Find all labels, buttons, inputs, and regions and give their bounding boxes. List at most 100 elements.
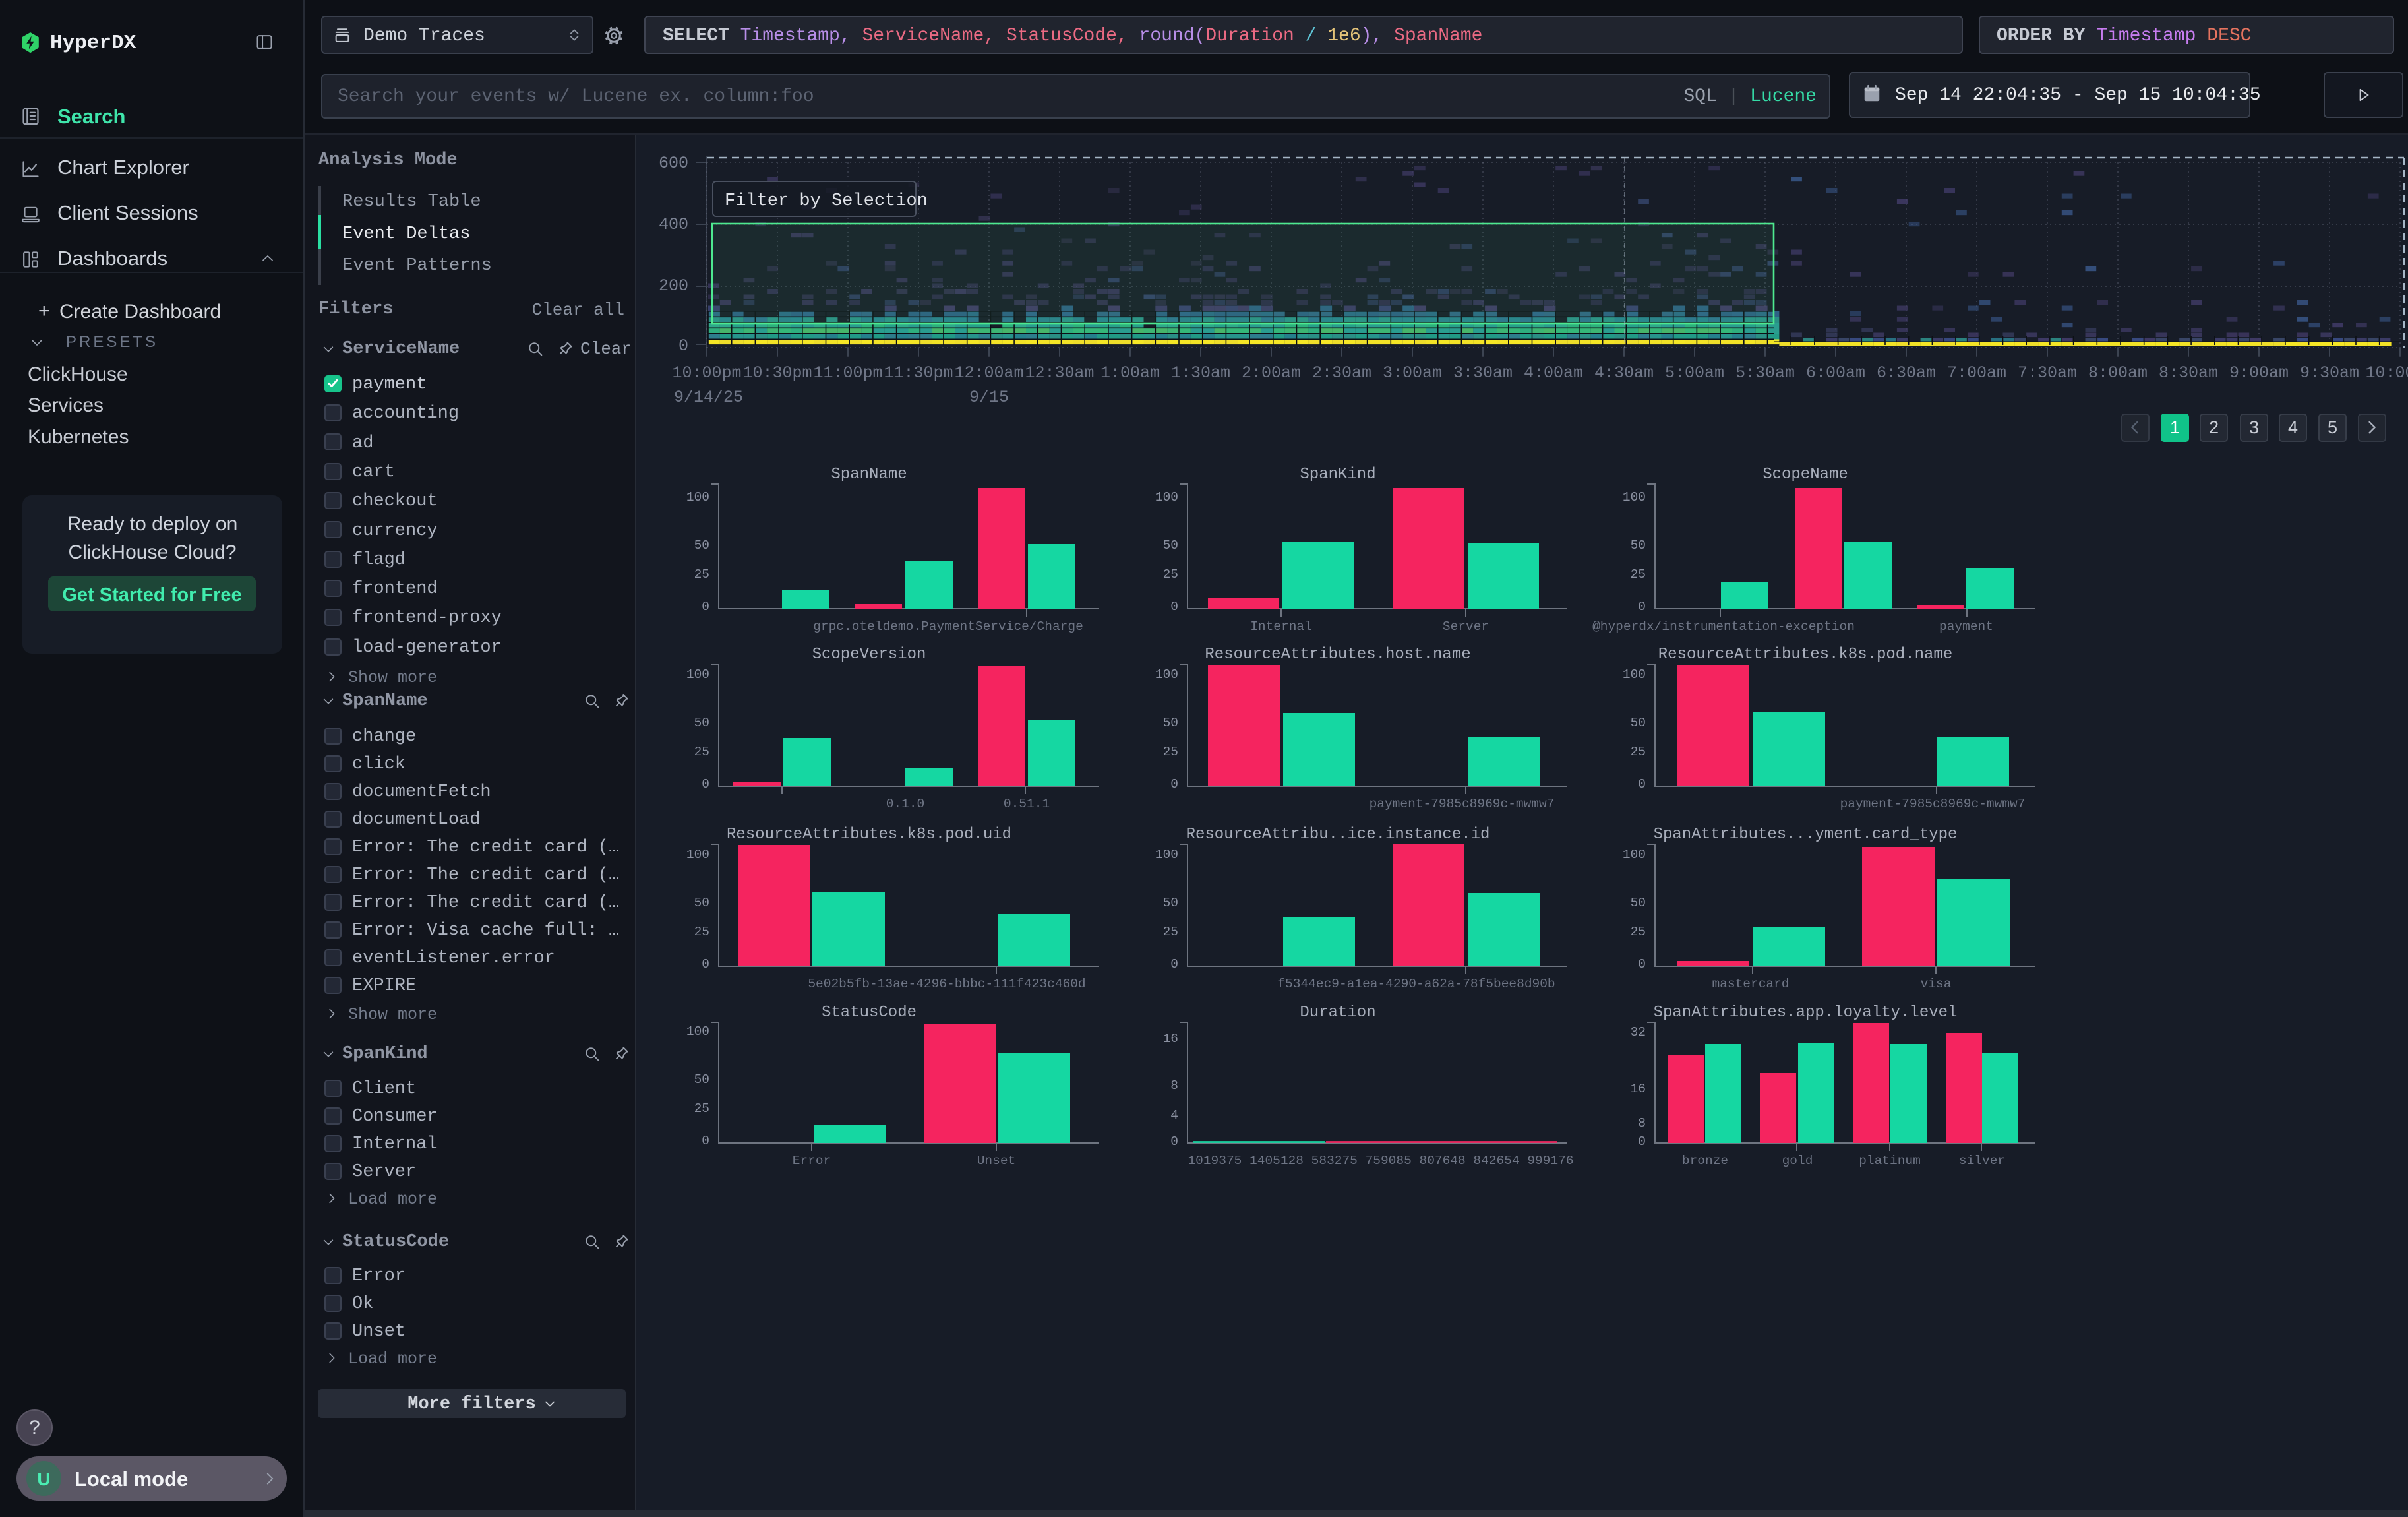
svg-text:0.51.1: 0.51.1 (1004, 797, 1050, 811)
svg-text:bronze: bronze (1682, 1154, 1728, 1168)
svg-text:4:00am: 4:00am (1524, 363, 1583, 383)
svg-text:50: 50 (694, 1072, 709, 1087)
svg-text:100: 100 (686, 667, 709, 682)
svg-text:8:30am: 8:30am (2159, 363, 2218, 383)
svg-text:ResourceAttributes.k8s.pod.uid: ResourceAttributes.k8s.pod.uid (727, 826, 1011, 844)
svg-text:0: 0 (1170, 600, 1178, 614)
svg-text:4:30am: 4:30am (1594, 363, 1654, 383)
svg-text:0: 0 (1170, 777, 1178, 791)
svg-text:9:30am: 9:30am (2300, 363, 2359, 383)
svg-text:25: 25 (1631, 925, 1646, 939)
svg-text:100: 100 (686, 490, 709, 505)
svg-text:9:00am: 9:00am (2229, 363, 2289, 383)
svg-text:32: 32 (1631, 1025, 1646, 1039)
svg-text:Unset: Unset (977, 1154, 1016, 1168)
svg-text:@hyperdx/instrumentation-excep: @hyperdx/instrumentation-exception (1592, 619, 1855, 634)
svg-text:50: 50 (694, 896, 709, 910)
svg-text:7:00am: 7:00am (1947, 363, 2006, 383)
svg-text:Server: Server (1443, 619, 1489, 634)
svg-text:50: 50 (1631, 538, 1646, 553)
svg-text:grpc.oteldemo.PaymentService/C: grpc.oteldemo.PaymentService/Charge (813, 619, 1083, 634)
svg-text:6:30am: 6:30am (1877, 363, 1936, 383)
svg-text:0: 0 (678, 336, 688, 356)
svg-text:100: 100 (686, 848, 709, 862)
svg-text:0: 0 (1170, 1134, 1178, 1149)
svg-text:silver: silver (1959, 1154, 2005, 1168)
svg-text:11:30pm: 11:30pm (884, 363, 953, 383)
svg-text:0: 0 (702, 777, 709, 791)
svg-text:100: 100 (686, 1024, 709, 1039)
svg-text:gold: gold (1782, 1154, 1813, 1168)
svg-text:16: 16 (1163, 1032, 1178, 1046)
svg-text:25: 25 (1163, 745, 1178, 759)
svg-text:0.1.0: 0.1.0 (886, 797, 925, 811)
svg-text:2:30am: 2:30am (1312, 363, 1371, 383)
svg-text:5e02b5fb-13ae-4296-bbbc-111f42: 5e02b5fb-13ae-4296-bbbc-111f423c460d (808, 977, 1085, 991)
svg-text:12:00am: 12:00am (954, 363, 1023, 383)
svg-text:0: 0 (702, 600, 709, 614)
svg-text:11:00pm: 11:00pm (813, 363, 882, 383)
svg-text:9/15: 9/15 (969, 388, 1009, 407)
svg-text:600: 600 (659, 154, 688, 173)
svg-text:100: 100 (1623, 490, 1646, 505)
svg-text:10:00am: 10:00am (2365, 363, 2408, 383)
svg-text:3:30am: 3:30am (1453, 363, 1513, 383)
svg-text:SpanKind: SpanKind (1300, 466, 1375, 483)
svg-text:0: 0 (702, 1134, 709, 1148)
svg-text:visa: visa (1921, 977, 1952, 991)
svg-text:payment: payment (1939, 619, 1993, 634)
svg-text:25: 25 (1631, 567, 1646, 582)
svg-text:5:00am: 5:00am (1665, 363, 1724, 383)
svg-text:25: 25 (1163, 567, 1178, 582)
svg-text:9/14/25: 9/14/25 (674, 388, 743, 407)
svg-text:100: 100 (1155, 667, 1178, 682)
svg-text:8: 8 (1638, 1116, 1646, 1130)
svg-text:4: 4 (1170, 1108, 1178, 1123)
svg-text:ScopeVersion: ScopeVersion (812, 646, 926, 664)
svg-text:3:00am: 3:00am (1383, 363, 1442, 383)
svg-text:SpanName: SpanName (831, 466, 907, 483)
svg-text:0: 0 (1638, 957, 1646, 972)
svg-text:1019375 1405128 583275 759085: 1019375 1405128 583275 759085 807648 842… (1188, 1154, 1573, 1168)
svg-text:10:30pm: 10:30pm (742, 363, 812, 383)
svg-text:mastercard: mastercard (1712, 977, 1789, 991)
svg-text:1:30am: 1:30am (1171, 363, 1230, 383)
svg-text:25: 25 (1631, 745, 1646, 759)
svg-text:8: 8 (1170, 1078, 1178, 1093)
svg-text:10:00pm: 10:00pm (672, 363, 741, 383)
svg-text:50: 50 (1631, 896, 1646, 910)
svg-text:ResourceAttribu..ice.instance.: ResourceAttribu..ice.instance.id (1186, 826, 1490, 844)
svg-text:100: 100 (1623, 667, 1646, 682)
svg-text:1:00am: 1:00am (1100, 363, 1160, 383)
svg-text:0: 0 (1170, 957, 1178, 972)
svg-text:200: 200 (659, 276, 688, 295)
svg-text:50: 50 (1163, 538, 1178, 553)
svg-text:f5344ec9-a1ea-4290-a62a-78f5be: f5344ec9-a1ea-4290-a62a-78f5bee8d90b (1277, 977, 1555, 991)
svg-text:Duration: Duration (1300, 1004, 1375, 1022)
svg-text:0: 0 (702, 957, 709, 972)
svg-text:16: 16 (1631, 1082, 1646, 1096)
svg-text:payment-7985c8969c-mwmw7: payment-7985c8969c-mwmw7 (1370, 797, 1555, 811)
svg-text:100: 100 (1155, 848, 1178, 862)
svg-text:0: 0 (1638, 600, 1646, 614)
svg-text:25: 25 (694, 925, 709, 939)
svg-text:0: 0 (1638, 1134, 1646, 1149)
svg-text:0: 0 (1638, 777, 1646, 791)
svg-text:payment-7985c8969c-mwmw7: payment-7985c8969c-mwmw7 (1840, 797, 2026, 811)
svg-text:Filter by Selection: Filter by Selection (725, 191, 928, 211)
svg-text:100: 100 (1155, 490, 1178, 505)
svg-text:ScopeName: ScopeName (1762, 466, 1848, 483)
svg-text:8:00am: 8:00am (2088, 363, 2148, 383)
svg-text:25: 25 (694, 1101, 709, 1116)
svg-text:6:00am: 6:00am (1806, 363, 1865, 383)
svg-text:50: 50 (1631, 716, 1646, 730)
svg-text:ResourceAttributes.k8s.pod.nam: ResourceAttributes.k8s.pod.name (1658, 646, 1952, 664)
svg-text:StatusCode: StatusCode (822, 1004, 917, 1022)
svg-text:100: 100 (1623, 848, 1646, 862)
svg-text:12:30am: 12:30am (1025, 363, 1094, 383)
svg-text:Error: Error (793, 1154, 831, 1168)
svg-text:25: 25 (694, 745, 709, 759)
svg-text:50: 50 (694, 538, 709, 553)
svg-text:50: 50 (694, 716, 709, 730)
svg-text:7:30am: 7:30am (2018, 363, 2077, 383)
